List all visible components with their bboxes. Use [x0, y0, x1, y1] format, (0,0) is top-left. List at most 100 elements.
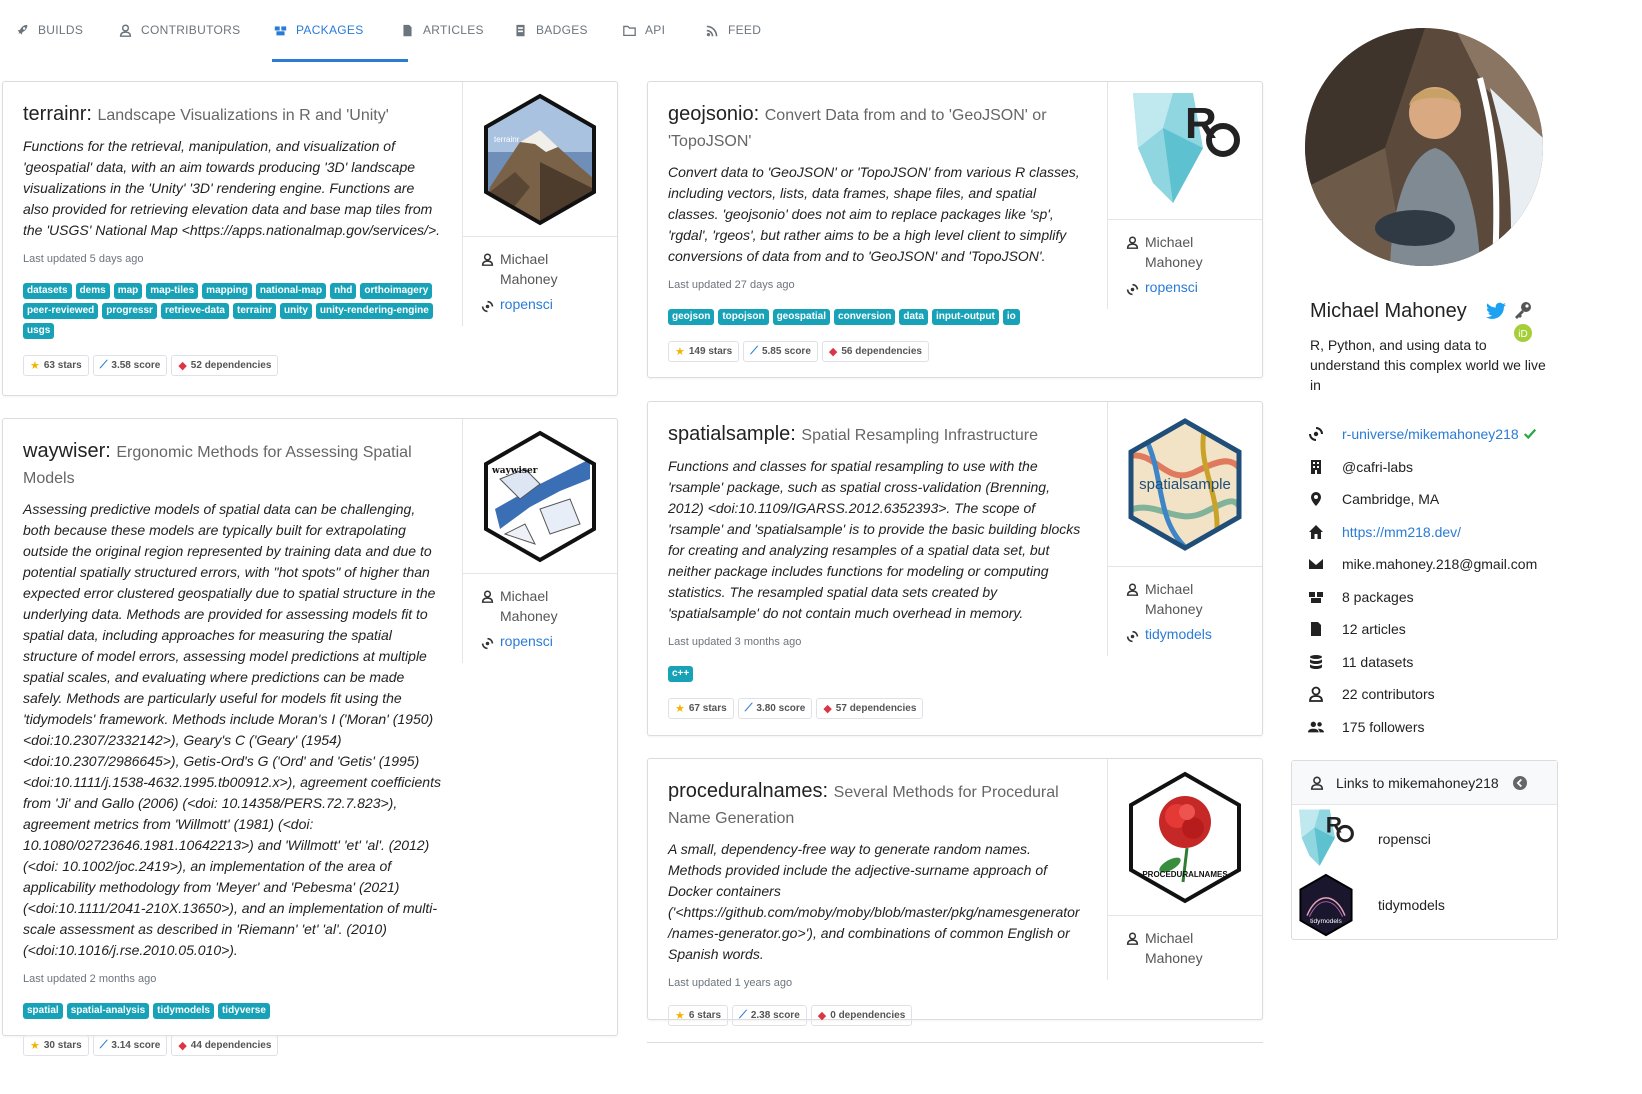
tab-articles[interactable]: ARTICLES: [401, 0, 484, 60]
tab-feed[interactable]: FEED: [706, 0, 761, 60]
score-badge[interactable]: ⟋ 3.58 score: [92, 355, 168, 376]
website-row[interactable]: https://mm218.dev/: [1308, 516, 1548, 549]
org-link[interactable]: ropensci: [1126, 277, 1244, 297]
topic-badge[interactable]: map: [113, 283, 143, 299]
topic-badge[interactable]: data: [899, 309, 928, 325]
package-title[interactable]: waywiser: Ergonomic Methods for Assessin…: [23, 439, 443, 491]
links-panel: Links to mikemahoney218 R ropensci tidym…: [1291, 760, 1558, 940]
maintainer-name: Michael Mahoney: [500, 251, 558, 287]
topic-badge[interactable]: tidymodels: [153, 1003, 214, 1019]
package-title[interactable]: proceduralnames: Several Methods for Pro…: [668, 779, 1088, 831]
maintainer[interactable]: Michael Mahoney: [1126, 928, 1244, 968]
package-logo[interactable]: PROCEDURALNAMES: [1108, 759, 1262, 916]
score-badge[interactable]: ⟋ 3.80 score: [737, 698, 813, 719]
dependencies-badge[interactable]: ◆ 0 dependencies: [810, 1005, 913, 1026]
avatar[interactable]: [1305, 28, 1543, 266]
topic-badge[interactable]: usgs: [23, 323, 55, 339]
packages-row[interactable]: 8 packages: [1308, 581, 1548, 614]
dependencies-badge[interactable]: ◆ 44 dependencies: [171, 1035, 279, 1056]
dependencies-count: 44 dependencies: [190, 1040, 272, 1051]
topic-badge[interactable]: io: [1002, 309, 1020, 325]
topic-badge[interactable]: progressr: [102, 303, 157, 319]
followers-row[interactable]: 175 followers: [1308, 711, 1548, 744]
topic-badge[interactable]: national-map: [255, 283, 327, 299]
link-item-ropensci[interactable]: R ropensci: [1292, 807, 1559, 871]
topic-badge[interactable]: orthoimagery: [360, 283, 433, 299]
org-link[interactable]: tidymodels: [1126, 624, 1244, 644]
website-link[interactable]: https://mm218.dev/: [1342, 524, 1461, 540]
stars-badge[interactable]: ★ 67 stars: [668, 698, 734, 719]
stars-badge[interactable]: ★ 149 stars: [668, 341, 740, 362]
topic-badge[interactable]: unity: [280, 303, 312, 319]
topic-badge[interactable]: spatial: [23, 1003, 63, 1019]
maintainer[interactable]: Michael Mahoney: [1126, 579, 1244, 619]
topic-badge[interactable]: terrainr: [232, 303, 276, 319]
datasets-row[interactable]: 11 datasets: [1308, 646, 1548, 679]
topic-badge[interactable]: unity-rendering-engine: [315, 303, 433, 319]
score-value: 3.80 score: [756, 703, 806, 714]
score-badge[interactable]: ⟋ 3.14 score: [92, 1035, 168, 1056]
topic-badge[interactable]: geojson: [668, 309, 715, 325]
dependencies-badge[interactable]: ◆ 52 dependencies: [171, 355, 279, 376]
topic-badge[interactable]: input-output: [931, 309, 999, 325]
org-link[interactable]: ropensci: [481, 294, 599, 314]
score-badge[interactable]: ⟋ 2.38 score: [732, 1005, 807, 1026]
topic-badge[interactable]: c++: [668, 666, 694, 682]
stars-badge[interactable]: ★ 63 stars: [23, 355, 89, 376]
database-icon: [1310, 654, 1322, 669]
email-text[interactable]: mike.mahoney.218@gmail.com: [1342, 556, 1537, 572]
org-link[interactable]: ropensci: [481, 631, 599, 651]
topic-badge[interactable]: topojson: [718, 309, 769, 325]
tab-api[interactable]: API: [623, 0, 665, 60]
tab-badges[interactable]: BADGES: [514, 0, 588, 60]
maintainer[interactable]: Michael Mahoney: [481, 249, 599, 289]
topic-badge[interactable]: geospatial: [772, 309, 831, 325]
package-logo[interactable]: terrainr: [463, 82, 617, 237]
score-badge[interactable]: ⟋ 5.85 score: [743, 341, 818, 362]
topic-badge[interactable]: spatial-analysis: [66, 1003, 150, 1019]
package-title[interactable]: terrainr: Landscape Visualizations in R …: [23, 102, 443, 128]
user-icon: [481, 253, 494, 266]
dependencies-badge[interactable]: ◆ 56 dependencies: [821, 341, 929, 362]
package-logo[interactable]: spatialsample: [1108, 402, 1262, 567]
dependencies-badge[interactable]: ◆ 57 dependencies: [816, 698, 924, 719]
package-logo[interactable]: waywiser: [463, 419, 617, 574]
back-arrow-icon[interactable]: [1513, 775, 1527, 790]
topic-list: spatial spatial-analysis tidymodels tidy…: [23, 1003, 443, 1019]
articles-row[interactable]: 12 articles: [1308, 613, 1548, 646]
topic-badge[interactable]: retrieve-data: [160, 303, 229, 319]
topic-badge[interactable]: peer-reviewed: [23, 303, 99, 319]
topic-badge[interactable]: tidyverse: [217, 1003, 270, 1019]
package-logo[interactable]: R: [1108, 82, 1262, 220]
link-item-tidymodels[interactable]: tidymodels tidymodels: [1292, 873, 1559, 937]
key-icon[interactable]: [1513, 300, 1533, 320]
badge-icon: [516, 24, 525, 36]
contributors-row[interactable]: 22 contributors: [1308, 678, 1548, 711]
tab-builds[interactable]: BUILDS: [16, 0, 83, 60]
profile-name: Michael Mahoney: [1310, 300, 1467, 322]
maintainer[interactable]: Michael Mahoney: [481, 586, 599, 626]
logo-text: spatialsample: [1139, 476, 1231, 493]
topic-badge[interactable]: datasets: [23, 283, 72, 299]
topic-badge[interactable]: mapping: [202, 283, 252, 299]
topic-badge[interactable]: map-tiles: [146, 283, 199, 299]
package-title[interactable]: spatialsample: Spatial Resampling Infras…: [668, 422, 1088, 448]
twitter-icon[interactable]: [1486, 302, 1506, 320]
stars-badge[interactable]: ★ 30 stars: [23, 1035, 89, 1056]
package-title[interactable]: geojsonio: Convert Data from and to 'Geo…: [668, 102, 1088, 154]
cube-icon: ◆: [828, 346, 838, 358]
topic-badge[interactable]: dems: [75, 283, 110, 299]
stars-badge[interactable]: ★ 6 stars: [668, 1005, 729, 1026]
tab-packages[interactable]: PACKAGES: [274, 0, 364, 60]
maintainer[interactable]: Michael Mahoney: [1126, 232, 1244, 272]
universe-link[interactable]: r-universe/mikemahoney218: [1342, 426, 1519, 442]
tab-contributors[interactable]: CONTRIBUTORS: [119, 0, 240, 60]
package-sidebar: terrainr Michael Mahoney ropensci: [462, 82, 617, 326]
tidymodels-hex-logo: tidymodels: [1299, 873, 1353, 937]
maintainer-name: Michael Mahoney: [1145, 930, 1203, 966]
topic-badge[interactable]: conversion: [834, 309, 896, 325]
email-row[interactable]: mike.mahoney.218@gmail.com: [1308, 548, 1548, 581]
link-name: ropensci: [1378, 831, 1431, 847]
topic-badge[interactable]: nhd: [330, 283, 357, 299]
universe-row[interactable]: r-universe/mikemahoney218: [1308, 418, 1548, 451]
